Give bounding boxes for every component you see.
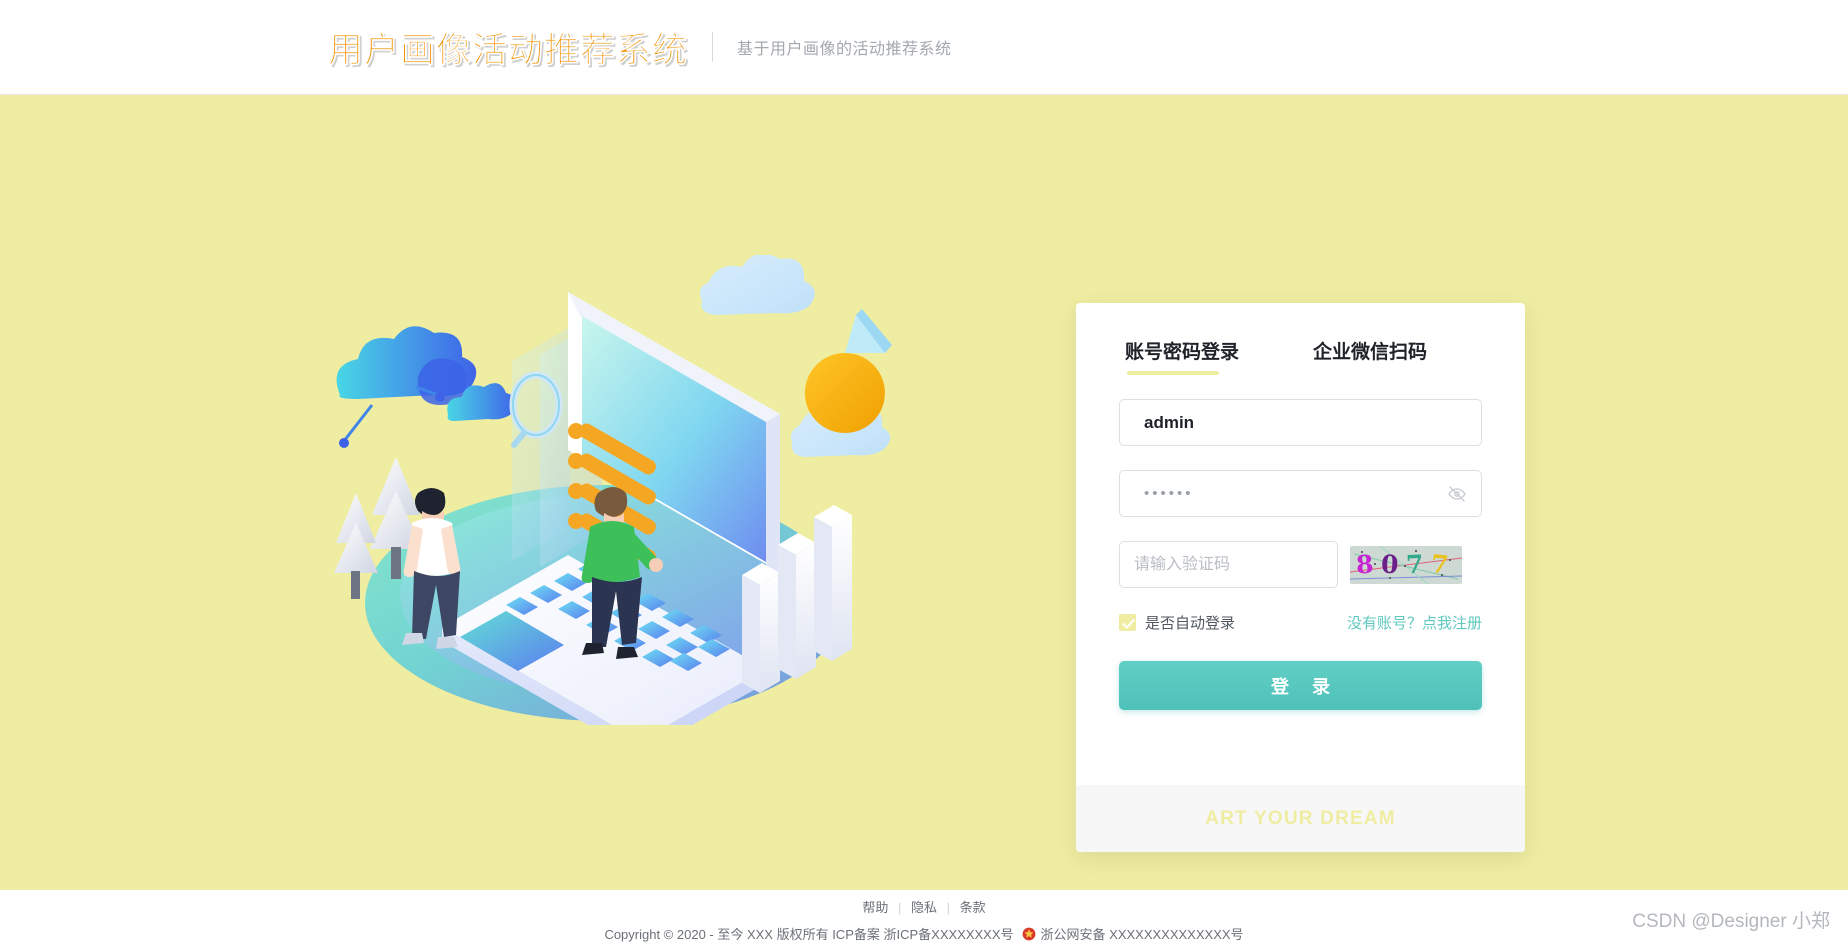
police-badge-icon: [1022, 927, 1036, 941]
footer-police-record: 浙公网安备 XXXXXXXXXXXXXX号: [1040, 927, 1244, 942]
auto-login-label: 是否自动登录: [1145, 615, 1236, 632]
watermark-text: CSDN @Designer 小郑: [1632, 911, 1830, 932]
captcha-char-3: 7: [1405, 549, 1424, 579]
page-stage: 账号密码登录 企业微信扫码 admin •••••• 请输入验证码 8 0 7 …: [0, 95, 1848, 890]
username-field[interactable]: [1119, 399, 1482, 446]
captcha-field[interactable]: [1119, 541, 1338, 588]
tab-wechat-qr[interactable]: 企业微信扫码: [1313, 337, 1427, 375]
login-page: 用户画像活动推荐系统 基于用户画像的活动推荐系统 账号密码登录 企业微信扫码 a…: [0, 0, 1848, 944]
cloud-light-top: [700, 255, 815, 315]
captcha-char-1: 8: [1355, 548, 1375, 580]
footer-link-terms[interactable]: 条款: [960, 900, 986, 915]
captcha-image[interactable]: 8 0 7 7: [1350, 545, 1462, 584]
footer-links: 帮助 | 隐私 | 条款: [0, 897, 1848, 916]
login-tabs: 账号密码登录 企业微信扫码: [1119, 337, 1482, 375]
brand: 用户画像活动推荐系统 基于用户画像的活动推荐系统: [328, 22, 952, 73]
login-card: 账号密码登录 企业微信扫码 admin •••••• 请输入验证码 8 0 7 …: [1076, 303, 1525, 852]
footer-link-privacy[interactable]: 隐私: [911, 900, 937, 915]
password-input[interactable]: [1120, 471, 1481, 516]
brand-subtitle: 基于用户画像的活动推荐系统: [737, 41, 952, 58]
auto-login-checkbox[interactable]: 是否自动登录: [1119, 612, 1235, 633]
tab-account-password[interactable]: 账号密码登录: [1125, 337, 1239, 375]
page-footer: 帮助 | 隐私 | 条款 Copyright © 2020 - 至今 XXX 版…: [0, 890, 1848, 944]
footer-link-help[interactable]: 帮助: [862, 900, 888, 915]
login-card-body: 账号密码登录 企业微信扫码 admin •••••• 请输入验证码 8 0 7 …: [1076, 303, 1525, 710]
footer-separator-2: |: [946, 900, 951, 915]
isometric-laptop-data-illustration: [300, 255, 920, 725]
footer-copyright: Copyright © 2020 - 至今 XXX 版权所有 ICP备案 浙IC…: [0, 924, 1848, 943]
cloud-blue-left: [336, 326, 477, 448]
card-footer-slogan: ART YOUR DREAM: [1205, 807, 1396, 829]
login-submit-button[interactable]: 登 录: [1119, 661, 1482, 710]
eye-slash-icon[interactable]: [1447, 484, 1467, 504]
register-link[interactable]: 没有账号？点我注册: [1347, 612, 1482, 633]
checkbox-checked-icon[interactable]: [1119, 614, 1136, 631]
brand-divider: [712, 32, 714, 62]
footer-separator-1: |: [897, 900, 902, 915]
captcha-char-2: 0: [1380, 549, 1400, 579]
username-input[interactable]: [1120, 400, 1481, 445]
captcha-char-4: 7: [1429, 548, 1450, 580]
password-field[interactable]: [1119, 470, 1482, 517]
brand-title: 用户画像活动推荐系统: [328, 30, 689, 71]
captcha-row: 8 0 7 7: [1119, 541, 1482, 588]
captcha-input[interactable]: [1120, 542, 1337, 587]
page-header: 用户画像活动推荐系统 基于用户画像的活动推荐系统: [0, 0, 1848, 95]
login-card-footer: ART YOUR DREAM: [1076, 785, 1525, 852]
login-options-row: 是否自动登录 没有账号？点我注册: [1119, 612, 1482, 633]
footer-copyright-text: Copyright © 2020 - 至今 XXX 版权所有 ICP备案 浙IC…: [604, 927, 1014, 942]
